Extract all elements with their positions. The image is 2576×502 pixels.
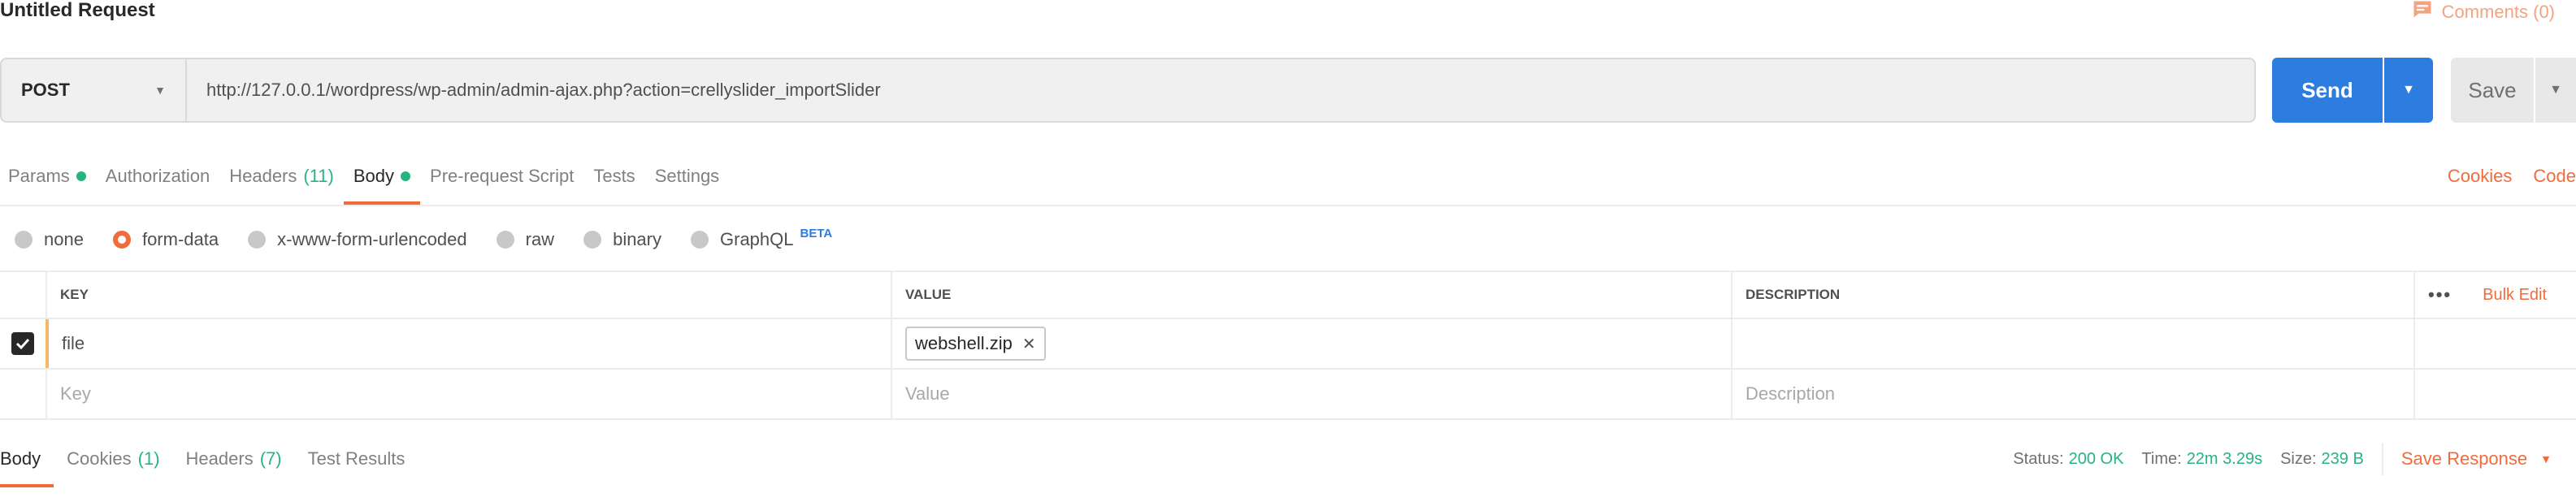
send-button[interactable]: Send — [2272, 58, 2383, 123]
size-info: Size: 239 B — [2280, 449, 2364, 468]
response-tabs: Body Cookies (1) Headers (7) Test Result… — [0, 431, 418, 502]
method-select[interactable]: POST ▼ — [0, 58, 187, 123]
response-tab-headers[interactable]: Headers (7) — [173, 431, 295, 487]
row-actions — [2413, 319, 2576, 368]
new-description-input[interactable]: Description — [1731, 370, 2413, 418]
chevron-down-icon: ▼ — [2549, 83, 2562, 97]
radio-circle — [583, 231, 602, 249]
time-info: Time: 22m 3.29s — [2141, 449, 2263, 468]
indicator-dot — [401, 171, 411, 181]
row-checkbox[interactable] — [0, 319, 46, 368]
radio-circle-selected — [112, 231, 131, 249]
radio-circle — [248, 231, 267, 249]
row-actions — [2413, 370, 2576, 418]
value-column-header: VALUE — [891, 272, 1731, 318]
send-options-button[interactable]: ▼ — [2384, 58, 2433, 123]
radio-raw[interactable]: raw — [496, 229, 554, 250]
file-chip: webshell.zip ✕ — [905, 327, 1046, 361]
tab-settings[interactable]: Settings — [645, 148, 730, 205]
key-column-header: KEY — [46, 272, 891, 318]
status-info: Status: 200 OK — [2013, 449, 2124, 468]
url-input[interactable]: http://127.0.0.1/wordpress/wp-admin/admi… — [187, 58, 2256, 123]
save-response-button[interactable]: Save Response ▼ — [2381, 443, 2552, 475]
tab-headers[interactable]: Headers (11) — [219, 148, 344, 205]
bulk-edit-link[interactable]: Bulk Edit — [2483, 286, 2547, 305]
response-tab-test-results[interactable]: Test Results — [295, 431, 418, 487]
check-icon — [15, 338, 30, 350]
radio-circle — [691, 231, 709, 249]
response-tab-cookies[interactable]: Cookies (1) — [54, 431, 172, 487]
key-value: file — [62, 333, 85, 353]
table-row: file webshell.zip ✕ — [0, 319, 2576, 370]
more-options-icon[interactable]: ••• — [2428, 284, 2452, 305]
radio-circle — [496, 231, 514, 249]
comment-icon — [2411, 0, 2434, 26]
beta-badge: BETA — [800, 226, 833, 240]
tab-body[interactable]: Body — [343, 148, 421, 205]
radio-binary[interactable]: binary — [583, 229, 661, 250]
table-row-new: Key Value Description — [0, 370, 2576, 420]
divider — [0, 205, 2576, 206]
response-status-bar: Status: 200 OK Time: 22m 3.29s Size: 239 B … — [2013, 431, 2552, 487]
method-label: POST — [21, 80, 70, 100]
indicator-dot — [76, 171, 86, 181]
table-actions: ••• Bulk Edit — [2413, 272, 2576, 318]
radio-none[interactable]: none — [15, 229, 84, 250]
save-options-button[interactable]: ▼ — [2535, 58, 2576, 123]
response-tab-body[interactable]: Body — [0, 431, 54, 487]
chevron-down-icon: ▼ — [154, 84, 166, 97]
request-title[interactable]: Untitled Request — [0, 0, 155, 24]
request-tabs: Params Authorization Headers (11) Body P… — [0, 148, 729, 205]
checkbox-checked — [11, 332, 34, 355]
url-text: http://127.0.0.1/wordpress/wp-admin/admi… — [206, 80, 881, 100]
radio-graphql[interactable]: GraphQL — [691, 229, 794, 250]
key-cell[interactable]: file — [46, 319, 891, 368]
body-type-radios: none form-data x-www-form-urlencoded raw… — [15, 219, 832, 260]
radio-form-data[interactable]: form-data — [112, 229, 219, 250]
tab-tests[interactable]: Tests — [583, 148, 644, 205]
new-value-input[interactable]: Value — [891, 370, 1731, 418]
file-name: webshell.zip — [915, 333, 1013, 353]
comments-label: Comments (0) — [2441, 2, 2555, 22]
chevron-down-icon: ▼ — [2402, 83, 2415, 97]
tab-authorization[interactable]: Authorization — [96, 148, 219, 205]
code-link[interactable]: Code — [2533, 148, 2576, 205]
description-column-header: DESCRIPTION — [1731, 272, 2413, 318]
radio-x-www-form-urlencoded[interactable]: x-www-form-urlencoded — [248, 229, 467, 250]
new-key-input[interactable]: Key — [46, 370, 891, 418]
remove-file-icon[interactable]: ✕ — [1022, 334, 1036, 354]
save-button[interactable]: Save — [2451, 58, 2534, 123]
description-cell[interactable] — [1731, 319, 2413, 368]
table-header: KEY VALUE DESCRIPTION ••• Bulk Edit — [0, 270, 2576, 319]
radio-circle — [15, 231, 33, 249]
right-links: Cookies Code — [2448, 148, 2576, 205]
value-cell[interactable]: webshell.zip ✕ — [891, 319, 1731, 368]
cookies-link[interactable]: Cookies — [2448, 148, 2512, 205]
tab-params[interactable]: Params — [0, 148, 96, 205]
tab-pre-request-script[interactable]: Pre-request Script — [420, 148, 583, 205]
chevron-down-icon: ▼ — [2540, 452, 2552, 465]
comments-button[interactable]: Comments (0) — [2411, 0, 2555, 24]
